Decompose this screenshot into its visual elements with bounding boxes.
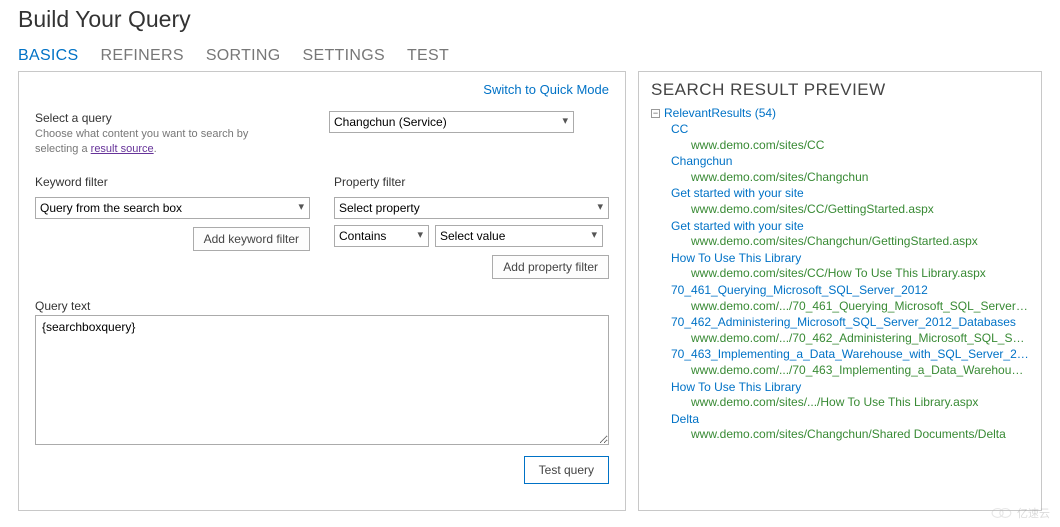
result-item: Get started with your sitewww.demo.com/s… bbox=[671, 186, 1029, 217]
tab-test[interactable]: TEST bbox=[407, 47, 449, 65]
result-url[interactable]: www.demo.com/sites/Changchun/Shared Docu… bbox=[691, 427, 1029, 443]
result-item: 70_463_Implementing_a_Data_Warehouse_wit… bbox=[671, 347, 1029, 378]
result-source-link[interactable]: result source bbox=[91, 143, 154, 155]
select-query-dropdown[interactable]: Changchun (Service) bbox=[329, 111, 574, 133]
result-title[interactable]: Delta bbox=[671, 412, 1029, 428]
watermark-logo-icon bbox=[991, 506, 1013, 520]
result-title[interactable]: Changchun bbox=[671, 154, 1029, 170]
switch-quick-mode-link[interactable]: Switch to Quick Mode bbox=[35, 82, 609, 97]
property-filter-value-dropdown[interactable]: Select value bbox=[435, 225, 603, 247]
result-item: 70_461_Querying_Microsoft_SQL_Server_201… bbox=[671, 283, 1029, 314]
tab-refiners[interactable]: REFINERS bbox=[101, 47, 184, 65]
tree-collapse-icon[interactable]: − bbox=[651, 109, 660, 118]
result-title[interactable]: 70_463_Implementing_a_Data_Warehouse_wit… bbox=[671, 347, 1029, 363]
preview-title: SEARCH RESULT PREVIEW bbox=[651, 80, 1029, 100]
tab-bar: BASICS REFINERS SORTING SETTINGS TEST bbox=[18, 47, 1042, 65]
property-filter-label: Property filter bbox=[334, 175, 609, 189]
relevant-results-node[interactable]: RelevantResults (54) bbox=[664, 106, 776, 120]
result-item: Changchunwww.demo.com/sites/Changchun bbox=[671, 154, 1029, 185]
result-url[interactable]: www.demo.com/.../70_463_Implementing_a_D… bbox=[691, 363, 1029, 379]
result-item: Get started with your sitewww.demo.com/s… bbox=[671, 219, 1029, 250]
result-title[interactable]: How To Use This Library bbox=[671, 380, 1029, 396]
select-query-desc: Choose what content you want to search b… bbox=[35, 127, 275, 157]
property-filter-property-dropdown[interactable]: Select property bbox=[334, 197, 609, 219]
result-url[interactable]: www.demo.com/sites/CC bbox=[691, 138, 1029, 154]
keyword-filter-dropdown[interactable]: Query from the search box bbox=[35, 197, 310, 219]
result-item: How To Use This Librarywww.demo.com/site… bbox=[671, 380, 1029, 411]
tab-basics[interactable]: BASICS bbox=[18, 47, 79, 65]
tab-sorting[interactable]: SORTING bbox=[206, 47, 281, 65]
result-item: 70_462_Administering_Microsoft_SQL_Serve… bbox=[671, 315, 1029, 346]
watermark: 亿速云 bbox=[991, 505, 1050, 521]
add-keyword-filter-button[interactable]: Add keyword filter bbox=[193, 227, 310, 251]
query-text-input[interactable] bbox=[35, 315, 609, 445]
result-item: Deltawww.demo.com/sites/Changchun/Shared… bbox=[671, 412, 1029, 443]
result-title[interactable]: 70_462_Administering_Microsoft_SQL_Serve… bbox=[671, 315, 1029, 331]
property-filter-operator-dropdown[interactable]: Contains bbox=[334, 225, 429, 247]
tab-settings[interactable]: SETTINGS bbox=[303, 47, 385, 65]
query-text-label: Query text bbox=[35, 299, 609, 313]
result-url[interactable]: www.demo.com/.../70_461_Querying_Microso… bbox=[691, 299, 1029, 315]
search-result-preview-panel: SEARCH RESULT PREVIEW −RelevantResults (… bbox=[638, 71, 1042, 511]
result-list: CCwww.demo.com/sites/CCChangchunwww.demo… bbox=[671, 122, 1029, 443]
result-title[interactable]: 70_461_Querying_Microsoft_SQL_Server_201… bbox=[671, 283, 1029, 299]
select-query-label: Select a query bbox=[35, 111, 305, 125]
result-item: CCwww.demo.com/sites/CC bbox=[671, 122, 1029, 153]
test-query-button[interactable]: Test query bbox=[524, 456, 609, 484]
result-url[interactable]: www.demo.com/sites/CC/How To Use This Li… bbox=[691, 266, 1029, 282]
result-title[interactable]: How To Use This Library bbox=[671, 251, 1029, 267]
result-url[interactable]: www.demo.com/sites/CC/GettingStarted.asp… bbox=[691, 202, 1029, 218]
result-url[interactable]: www.demo.com/sites/Changchun/GettingStar… bbox=[691, 234, 1029, 250]
result-url[interactable]: www.demo.com/sites/.../How To Use This L… bbox=[691, 395, 1029, 411]
result-item: How To Use This Librarywww.demo.com/site… bbox=[671, 251, 1029, 282]
add-property-filter-button[interactable]: Add property filter bbox=[492, 255, 609, 279]
result-url[interactable]: www.demo.com/.../70_462_Administering_Mi… bbox=[691, 331, 1029, 347]
dialog-title: Build Your Query bbox=[18, 0, 1042, 47]
basics-panel: Switch to Quick Mode Select a query Choo… bbox=[18, 71, 626, 511]
watermark-text: 亿速云 bbox=[1017, 505, 1050, 521]
result-title[interactable]: Get started with your site bbox=[671, 219, 1029, 235]
select-query-desc-suffix: . bbox=[154, 143, 157, 155]
result-title[interactable]: Get started with your site bbox=[671, 186, 1029, 202]
keyword-filter-label: Keyword filter bbox=[35, 175, 310, 189]
result-title[interactable]: CC bbox=[671, 122, 1029, 138]
result-url[interactable]: www.demo.com/sites/Changchun bbox=[691, 170, 1029, 186]
